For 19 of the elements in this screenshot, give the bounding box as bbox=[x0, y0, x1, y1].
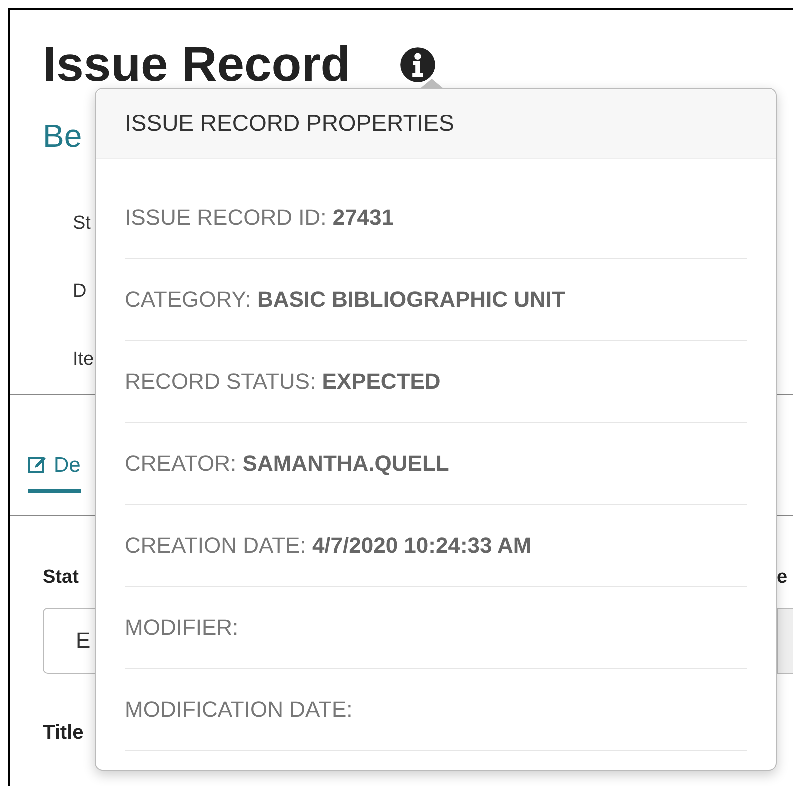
detail-label: D bbox=[73, 280, 87, 304]
detail-label: St bbox=[73, 212, 91, 236]
field-label: e bbox=[777, 566, 789, 590]
property-text: CREATOR: SAMANTHA.QUELL bbox=[125, 450, 450, 478]
detail-label: Ite bbox=[73, 348, 94, 372]
field-label: Title bbox=[43, 721, 85, 746]
tab[interactable]: De bbox=[28, 450, 81, 493]
property-text: ISSUE RECORD ID: 27431 bbox=[125, 204, 394, 232]
property-text: MODIFIER: bbox=[125, 614, 239, 642]
field-label: Stat bbox=[43, 566, 80, 590]
edit-icon bbox=[28, 455, 48, 476]
info-icon[interactable] bbox=[400, 47, 436, 83]
property-text: CREATION DATE: 4/7/2020 10:24:33 AM bbox=[125, 532, 532, 560]
popover-title: ISSUE RECORD PROPERTIES bbox=[96, 89, 776, 159]
property-text: RECORD STATUS: EXPECTED bbox=[125, 368, 441, 396]
property-text: CATEGORY: BASIC BIBLIOGRAPHIC UNIT bbox=[125, 286, 566, 314]
page-title: Issue Record bbox=[43, 40, 351, 90]
record-subtitle: Be bbox=[43, 120, 82, 152]
property-text: MODIFICATION DATE: bbox=[125, 696, 353, 724]
